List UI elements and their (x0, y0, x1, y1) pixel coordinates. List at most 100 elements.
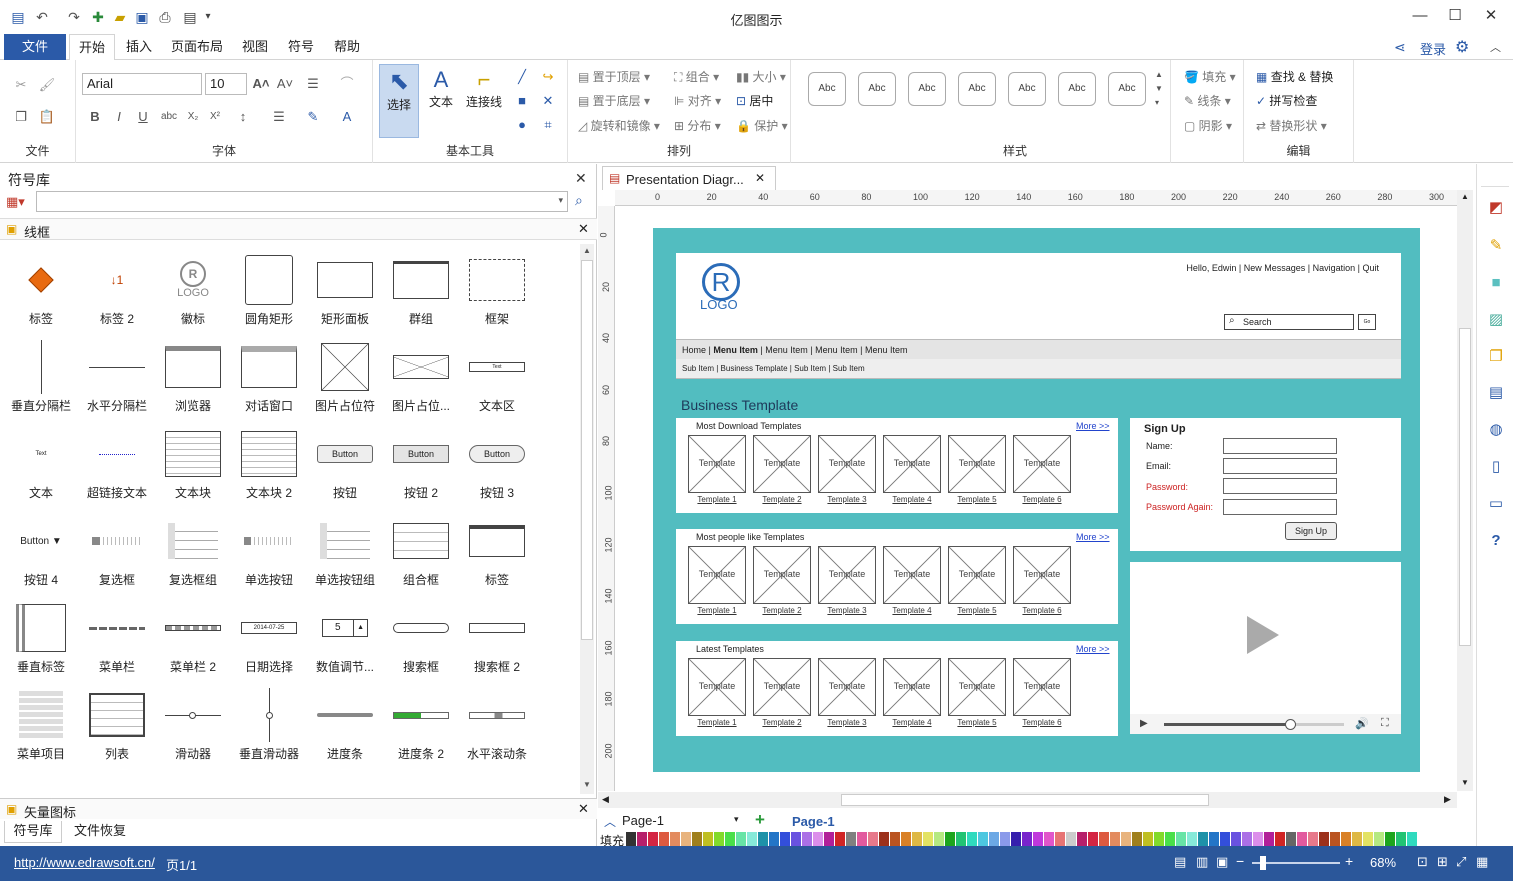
library-shape[interactable]: 列表 (79, 679, 155, 766)
zoom-slider[interactable] (1252, 856, 1340, 870)
color-swatch[interactable] (670, 832, 680, 846)
page-select-dropdown-icon[interactable]: ▾ (734, 814, 739, 825)
line-button[interactable]: ✎ 线条 ▾ (1184, 92, 1231, 110)
wf-header[interactable]: R LOGO Hello, Edwin | New Messages | Nav… (676, 253, 1401, 339)
cross-tool-icon[interactable]: ✕ (539, 92, 557, 110)
wf-top-link[interactable]: Quit (1362, 263, 1379, 273)
color-swatch[interactable] (1352, 832, 1362, 846)
view-normal-icon[interactable]: ▤ (1174, 854, 1186, 870)
color-swatch[interactable] (1396, 832, 1406, 846)
color-swatch[interactable] (1275, 832, 1285, 846)
color-swatch[interactable] (945, 832, 955, 846)
color-swatch[interactable] (1363, 832, 1373, 846)
color-swatch[interactable] (1022, 832, 1032, 846)
wf-top-link[interactable]: New Messages (1244, 263, 1306, 273)
library-scrollbar[interactable]: ▲ ▼ (580, 244, 594, 794)
color-swatch[interactable] (1121, 832, 1131, 846)
font-color-icon[interactable]: A (338, 108, 356, 126)
wf-template-name[interactable]: Template 6 (1013, 495, 1071, 504)
color-swatch[interactable] (868, 832, 878, 846)
library-shape[interactable]: 菜单栏 2 (155, 592, 231, 679)
color-swatch[interactable] (1253, 832, 1263, 846)
wf-template-name[interactable]: Template 6 (1013, 606, 1071, 615)
color-swatch[interactable] (791, 832, 801, 846)
library-shape[interactable]: 组合框 (383, 505, 459, 592)
color-swatch[interactable] (1176, 832, 1186, 846)
library-shape[interactable]: 菜单项目 (3, 679, 79, 766)
library-shape[interactable]: ↓1 标签 2 (79, 244, 155, 331)
color-swatch[interactable] (626, 832, 636, 846)
color-swatch[interactable] (1132, 832, 1142, 846)
share-icon[interactable]: ⋖ (1394, 39, 1406, 56)
tab-file[interactable]: 文件 (4, 34, 66, 60)
wf-nav-item[interactable]: Menu Item (865, 345, 908, 355)
image-panel-icon[interactable]: ▨ (1485, 309, 1507, 331)
wf-template-name[interactable]: Template 3 (818, 495, 876, 504)
library-shape[interactable]: 标签 (459, 505, 535, 592)
color-swatch[interactable] (659, 832, 669, 846)
cut-icon[interactable]: ✂ (12, 76, 30, 94)
superscript-icon[interactable]: X² (206, 108, 224, 126)
color-swatch[interactable] (780, 832, 790, 846)
page-select[interactable]: Page-1 ▾ (622, 813, 742, 831)
wf-email-input[interactable] (1223, 458, 1337, 474)
library-shape[interactable]: Button 按钮 3 (459, 418, 535, 505)
section-header-vector[interactable]: ▣ 矢量图标 ✕ (0, 798, 597, 820)
color-swatch[interactable] (1330, 832, 1340, 846)
crop-tool-icon[interactable]: ⌗ (539, 116, 557, 134)
color-swatch[interactable] (1374, 832, 1384, 846)
wf-template-name[interactable]: Template 1 (688, 718, 746, 727)
select-tool-button[interactable]: ⬉ 选择 (379, 64, 419, 138)
canvas-vscrollbar[interactable]: ▲ ▼ (1457, 190, 1473, 791)
fullscreen-icon[interactable]: ⤢ (1456, 854, 1466, 870)
wf-template-thumb[interactable]: Template (948, 546, 1006, 604)
zoom-slider-thumb[interactable] (1260, 856, 1266, 870)
wf-template-thumb[interactable]: Template (1013, 546, 1071, 604)
font-size-select[interactable]: 10 (205, 73, 247, 95)
library-shape[interactable]: 对话窗口 (231, 331, 307, 418)
bring-to-front[interactable]: ▤ 置于顶层 ▾ (578, 68, 650, 86)
wf-template-name[interactable]: Template 2 (753, 606, 811, 615)
wf-more-link[interactable]: More >> (1076, 421, 1110, 431)
library-shape[interactable]: 搜索框 (383, 592, 459, 679)
subscript-icon[interactable]: X₂ (184, 108, 202, 126)
size-button[interactable]: ▮▮ 大小 ▾ (736, 68, 786, 86)
library-shape[interactable]: 菜单栏 (79, 592, 155, 679)
rotate-mirror[interactable]: ◿ 旋转和镜像 ▾ (578, 117, 660, 135)
hscroll-right-icon[interactable]: ▶ (1444, 794, 1451, 805)
style-preset-7[interactable]: Abc (1108, 72, 1146, 106)
align-button[interactable]: ⊫ 对齐 ▾ (674, 92, 721, 110)
library-shape[interactable]: 群组 (383, 244, 459, 331)
library-shape[interactable]: Button 按钮 (307, 418, 383, 505)
page-panel-icon[interactable]: ▤ (1485, 382, 1507, 404)
wf-template-name[interactable]: Template 5 (948, 606, 1006, 615)
wf-template-thumb[interactable]: Template (883, 546, 941, 604)
library-shape[interactable]: Button 按钮 2 (383, 418, 459, 505)
wf-password-again-input[interactable] (1223, 499, 1337, 515)
highlight-icon[interactable]: ✎ (304, 108, 322, 126)
layer-panel-icon[interactable]: ❐ (1485, 346, 1507, 368)
tab-layout[interactable]: 页面布局 (166, 34, 228, 60)
color-swatch[interactable] (879, 832, 889, 846)
library-search-input[interactable]: ▾ (36, 191, 568, 212)
wf-template-thumb[interactable]: Template (883, 658, 941, 716)
send-to-back[interactable]: ▤ 置于底层 ▾ (578, 92, 650, 110)
color-swatch[interactable] (956, 832, 966, 846)
help-panel-icon[interactable]: ? (1485, 530, 1507, 552)
wf-template-name[interactable]: Template 3 (818, 718, 876, 727)
library-menu-icon[interactable]: ▦▾ (6, 194, 25, 210)
wf-go-button[interactable]: Go (1358, 314, 1376, 330)
color-swatch[interactable] (890, 832, 900, 846)
color-swatch[interactable] (1319, 832, 1329, 846)
style-preset-3[interactable]: Abc (908, 72, 946, 106)
wf-template-name[interactable]: Template 4 (883, 495, 941, 504)
color-swatch[interactable] (835, 832, 845, 846)
wf-template-thumb[interactable]: Template (948, 658, 1006, 716)
style-preset-4[interactable]: Abc (958, 72, 996, 106)
tab-symbol[interactable]: 符号 (281, 34, 321, 60)
fill-panel-icon[interactable]: ◩ (1485, 197, 1507, 219)
wf-template-name[interactable]: Template 4 (883, 718, 941, 727)
bold-icon[interactable]: B (86, 108, 104, 126)
wf-template-name[interactable]: Template 3 (818, 606, 876, 615)
wf-subnav-item[interactable]: Sub Item (682, 364, 714, 373)
